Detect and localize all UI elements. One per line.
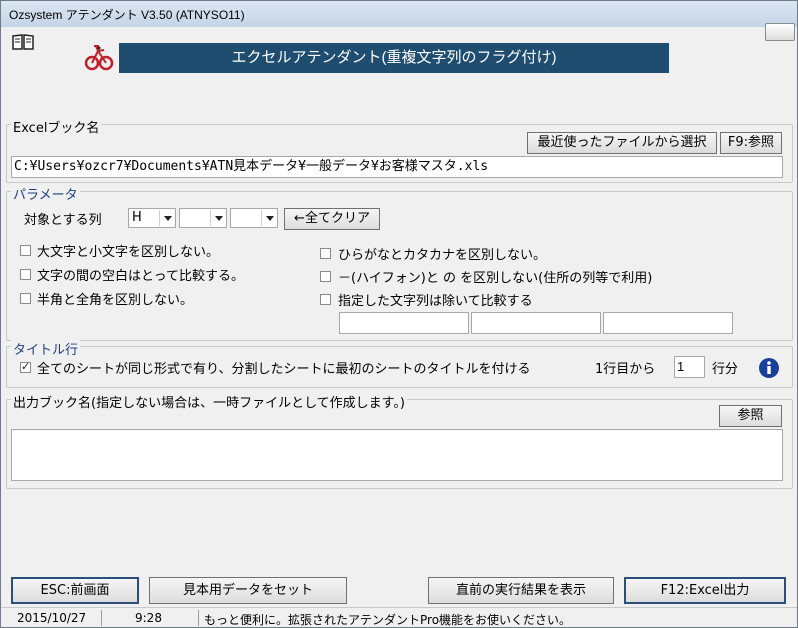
- chevron-down-icon: [159, 210, 174, 226]
- excel-path-field[interactable]: C:¥Users¥ozcr7¥Documents¥ATN見本データ¥一般データ¥…: [11, 156, 783, 178]
- from-row-label: 1行目から: [595, 362, 656, 377]
- ignore-spaces-label: 文字の間の空白はとって比較する。: [37, 269, 244, 284]
- ignore-width-label: 半角と全角を区別しない。: [37, 293, 194, 308]
- exclude-strings-checkbox[interactable]: [320, 294, 331, 305]
- recent-files-button[interactable]: 最近使ったファイルから選択: [527, 132, 717, 154]
- esc-back-button[interactable]: ESC:前画面: [11, 577, 139, 604]
- column-select-3[interactable]: [230, 208, 278, 228]
- ignore-width-checkbox[interactable]: [20, 293, 31, 304]
- exclude-string-input-1[interactable]: [339, 312, 469, 334]
- show-last-result-button[interactable]: 直前の実行結果を表示: [428, 577, 614, 604]
- info-icon[interactable]: [758, 357, 780, 379]
- ignore-hyphen-label: －(ハイフォン)と の を区別しない(住所の列等で利用): [338, 271, 653, 286]
- same-format-checkbox[interactable]: [20, 360, 31, 373]
- book-icon[interactable]: [11, 33, 35, 51]
- ignore-kana-label: ひらがなとカタカナを区別しない。: [338, 248, 547, 263]
- window-title: Ozsystem アテンダント V3.50 (ATNYSO11): [9, 8, 245, 22]
- case-insensitive-checkbox[interactable]: [20, 245, 31, 256]
- output-path-field[interactable]: [11, 429, 783, 481]
- window-control-button[interactable]: [765, 23, 795, 41]
- ignore-hyphen-checkbox[interactable]: [320, 271, 331, 282]
- column-select-1[interactable]: H: [128, 208, 176, 228]
- chevron-down-icon: [261, 210, 276, 226]
- exclude-string-input-3[interactable]: [603, 312, 733, 334]
- excel-output-button[interactable]: F12:Excel出力: [624, 577, 786, 604]
- browse-output-button[interactable]: 参照: [719, 405, 782, 427]
- status-separator: [101, 610, 102, 626]
- status-time: 9:28: [135, 611, 162, 625]
- column-select-2[interactable]: [179, 208, 227, 228]
- exclude-string-input-2[interactable]: [471, 312, 601, 334]
- row-count-input[interactable]: 1: [674, 356, 705, 378]
- output-book-label: 出力ブック名(指定しない場合は、一時ファイルとして作成します。): [11, 392, 407, 411]
- bicycle-icon: [84, 45, 114, 71]
- app-window: Ozsystem アテンダント V3.50 (ATNYSO11) エクセルアテン…: [0, 0, 798, 628]
- status-date: 2015/10/27: [17, 611, 87, 625]
- title-row-label: タイトル行: [11, 339, 81, 358]
- target-columns-label: 対象とする列: [24, 213, 102, 228]
- page-banner: エクセルアテンダント(重複文字列のフラグ付け): [119, 43, 669, 73]
- status-separator: [198, 610, 199, 626]
- rows-unit-label: 行分: [712, 362, 739, 377]
- parameters-label: パラメータ: [11, 184, 80, 203]
- clear-all-button[interactable]: ←全てクリア: [284, 208, 380, 230]
- exclude-strings-label: 指定した文字列は除いて比較する: [338, 294, 533, 309]
- ignore-kana-checkbox[interactable]: [320, 248, 331, 259]
- chevron-down-icon: [210, 210, 225, 226]
- set-sample-data-button[interactable]: 見本用データをセット: [149, 577, 347, 604]
- status-bar: 2015/10/27 9:28 もっと便利に。拡張されたアテンダントPro機能を…: [1, 607, 797, 628]
- same-format-label: 全てのシートが同じ形式で有り、分割したシートに最初のシートのタイトルを付ける: [37, 362, 531, 377]
- title-bar: Ozsystem アテンダント V3.50 (ATNYSO11): [1, 1, 797, 27]
- excel-book-label: Excelブック名: [11, 117, 102, 136]
- status-message: もっと便利に。拡張されたアテンダントPro機能をお使いください。: [204, 613, 572, 627]
- case-insensitive-label: 大文字と小文字を区別しない。: [37, 245, 220, 260]
- browse-excel-button[interactable]: F9:参照: [720, 132, 782, 154]
- ignore-spaces-checkbox[interactable]: [20, 269, 31, 280]
